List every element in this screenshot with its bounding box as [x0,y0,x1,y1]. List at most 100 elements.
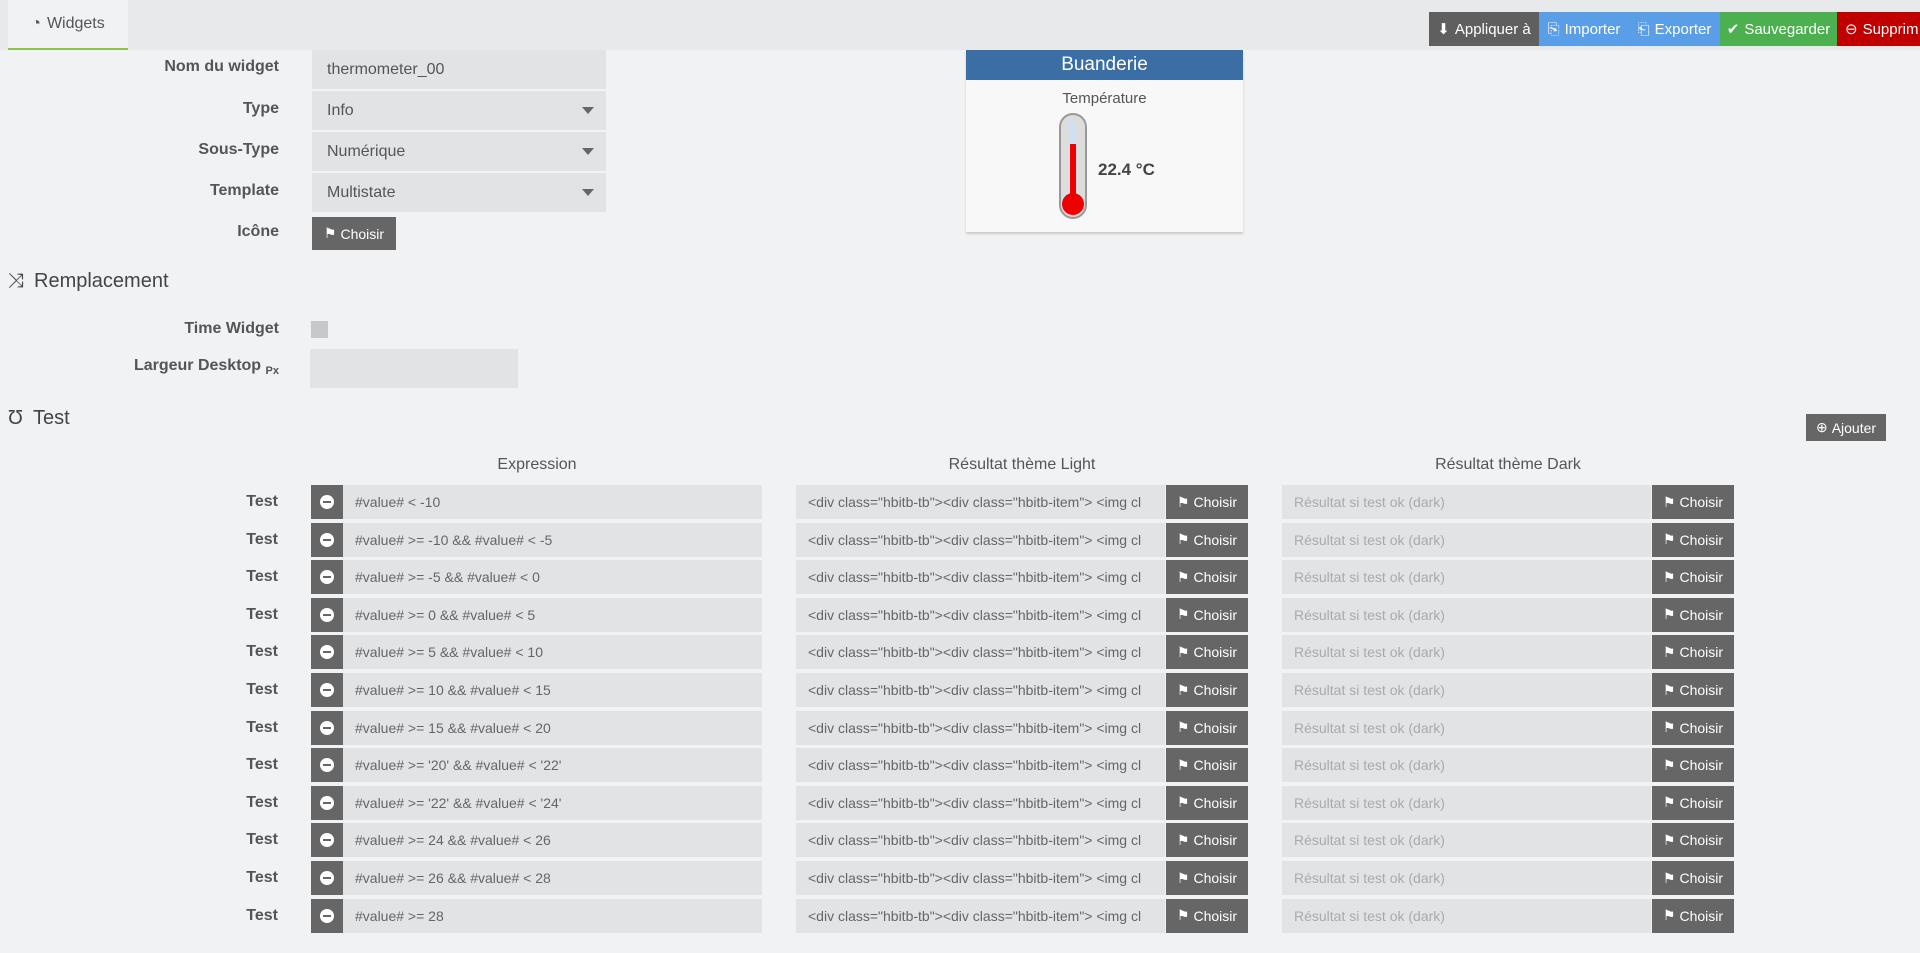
choose-dark-button[interactable]: ⚑ Choisir [1652,485,1734,519]
expression-input[interactable]: #value# >= 5 && #value# < 10 [343,635,762,670]
light-result-input[interactable]: <div class="hbitb-tb"><div class="hbitb-… [796,785,1165,820]
expression-input[interactable]: #value# >= -10 && #value# < -5 [343,522,762,557]
remove-test-button[interactable] [311,748,343,783]
minus-circle-icon [320,908,334,923]
choose-dark-button[interactable]: ⚑ Choisir [1652,635,1734,670]
test-row: Test #value# >= 15 && #value# < 20 <div … [0,710,1920,745]
light-result-input[interactable]: <div class="hbitb-tb"><div class="hbitb-… [796,898,1165,933]
dark-result-input[interactable]: Résultat si test ok (dark) [1282,560,1651,595]
choose-icon-button[interactable]: ⚑ Choisir [312,217,396,250]
import-button[interactable]: ⎘ Importer [1539,12,1629,46]
choose-light-button[interactable]: ⚑ Choisir [1166,785,1248,820]
remove-test-button[interactable] [311,710,343,745]
light-result-input[interactable]: <div class="hbitb-tb"><div class="hbitb-… [796,560,1165,595]
add-test-button[interactable]: ⊕ Ajouter [1806,414,1886,441]
time-widget-label: Time Widget [184,320,279,337]
dark-result-input[interactable]: Résultat si test ok (dark) [1282,748,1651,783]
subtype-select[interactable]: Numérique [312,132,606,171]
expression-input[interactable]: #value# < -10 [343,485,762,519]
light-result-input[interactable]: <div class="hbitb-tb"><div class="hbitb-… [796,673,1165,707]
choose-dark-button[interactable]: ⚑ Choisir [1652,673,1734,707]
choose-light-button[interactable]: ⚑ Choisir [1166,597,1248,632]
remove-test-button[interactable] [311,861,343,895]
choose-dark-button[interactable]: ⚑ Choisir [1652,748,1734,783]
dark-result-input[interactable]: Résultat si test ok (dark) [1282,673,1651,707]
test-row-label: Test [246,681,278,698]
choose-light-button[interactable]: ⚑ Choisir [1166,673,1248,707]
remove-test-button[interactable] [311,485,343,519]
remove-test-button[interactable] [311,597,343,632]
apply-to-button[interactable]: ⬇ Appliquer à [1429,12,1539,46]
choose-light-button[interactable]: ⚑ Choisir [1166,635,1248,670]
dark-result-input[interactable]: Résultat si test ok (dark) [1282,710,1651,745]
dark-result-input[interactable]: Résultat si test ok (dark) [1282,785,1651,820]
plus-circle-icon: ⊕ [1815,419,1828,435]
test-row: Test #value# >= '20' && #value# < '22' <… [0,748,1920,783]
light-result-input[interactable]: <div class="hbitb-tb"><div class="hbitb-… [796,710,1165,745]
dark-result-input[interactable]: Résultat si test ok (dark) [1282,898,1651,933]
flag-icon: ⚑ [1662,831,1676,848]
expression-input[interactable]: #value# >= 10 && #value# < 15 [343,673,762,707]
choose-light-button[interactable]: ⚑ Choisir [1166,748,1248,783]
icon-label: Icône [237,223,279,240]
expression-input[interactable]: #value# >= 24 && #value# < 26 [343,823,762,858]
expression-input[interactable]: #value# >= '20' && #value# < '22' [343,748,762,783]
choose-dark-button[interactable]: ⚑ Choisir [1652,785,1734,820]
template-value: Multistate [327,183,396,201]
dark-result-input[interactable]: Résultat si test ok (dark) [1282,597,1651,632]
remove-test-button[interactable] [311,785,343,820]
choose-dark-button[interactable]: ⚑ Choisir [1652,597,1734,632]
expression-input[interactable]: #value# >= 15 && #value# < 20 [343,710,762,745]
remove-test-button[interactable] [311,522,343,557]
dark-result-input[interactable]: Résultat si test ok (dark) [1282,522,1651,557]
choose-dark-button[interactable]: ⚑ Choisir [1652,522,1734,557]
type-select[interactable]: Info [312,91,606,130]
expression-input[interactable]: #value# >= '22' && #value# < '24' [343,785,762,820]
expression-input[interactable]: #value# >= 0 && #value# < 5 [343,597,762,632]
choose-light-button[interactable]: ⚑ Choisir [1166,560,1248,595]
choose-light-button[interactable]: ⚑ Choisir [1166,861,1248,895]
flag-icon: ⚑ [1176,606,1190,623]
remove-test-button[interactable] [311,635,343,670]
desktop-width-input[interactable] [310,349,518,388]
choose-dark-button[interactable]: ⚑ Choisir [1652,823,1734,858]
save-button[interactable]: ✔ Sauvegarder [1720,12,1837,46]
choose-light-button[interactable]: ⚑ Choisir [1166,485,1248,519]
expression-input[interactable]: #value# >= 26 && #value# < 28 [343,861,762,895]
choose-light-button[interactable]: ⚑ Choisir [1166,823,1248,858]
light-result-input[interactable]: <div class="hbitb-tb"><div class="hbitb-… [796,823,1165,858]
light-result-input[interactable]: <div class="hbitb-tb"><div class="hbitb-… [796,522,1165,557]
choose-light-button[interactable]: ⚑ Choisir [1166,522,1248,557]
minus-circle-icon [320,495,334,509]
widget-name-input[interactable]: thermometer_00 [312,50,606,89]
template-select[interactable]: Multistate [312,173,606,212]
remove-test-button[interactable] [311,673,343,707]
choose-dark-button[interactable]: ⚑ Choisir [1652,861,1734,895]
light-result-input[interactable]: <div class="hbitb-tb"><div class="hbitb-… [796,748,1165,783]
remove-test-button[interactable] [311,560,343,595]
widget-title: Buanderie [966,50,1243,80]
remove-test-button[interactable] [311,898,343,933]
choose-dark-button[interactable]: ⚑ Choisir [1652,710,1734,745]
test-row: Test #value# >= 26 && #value# < 28 <div … [0,861,1920,895]
light-result-input[interactable]: <div class="hbitb-tb"><div class="hbitb-… [796,485,1165,519]
choose-dark-button[interactable]: ⚑ Choisir [1652,560,1734,595]
remove-test-button[interactable] [311,823,343,858]
dark-result-input[interactable]: Résultat si test ok (dark) [1282,861,1651,895]
name-label: Nom du widget [164,58,279,75]
light-result-input[interactable]: <div class="hbitb-tb"><div class="hbitb-… [796,635,1165,670]
delete-button[interactable]: ⊖ Supprim [1837,12,1920,46]
dark-result-input[interactable]: Résultat si test ok (dark) [1282,635,1651,670]
export-button[interactable]: ⎗ Exporter [1629,12,1720,46]
light-result-input[interactable]: <div class="hbitb-tb"><div class="hbitb-… [796,597,1165,632]
choose-dark-button[interactable]: ⚑ Choisir [1652,898,1734,933]
expression-input[interactable]: #value# >= 28 [343,898,762,933]
light-result-input[interactable]: <div class="hbitb-tb"><div class="hbitb-… [796,861,1165,895]
time-widget-checkbox[interactable] [311,321,328,338]
dark-result-input[interactable]: Résultat si test ok (dark) [1282,485,1651,519]
tab-widgets[interactable]: ◔ Widgets [8,0,128,50]
expression-input[interactable]: #value# >= -5 && #value# < 0 [343,560,762,595]
choose-light-button[interactable]: ⚑ Choisir [1166,898,1248,933]
choose-light-button[interactable]: ⚑ Choisir [1166,710,1248,745]
dark-result-input[interactable]: Résultat si test ok (dark) [1282,823,1651,858]
